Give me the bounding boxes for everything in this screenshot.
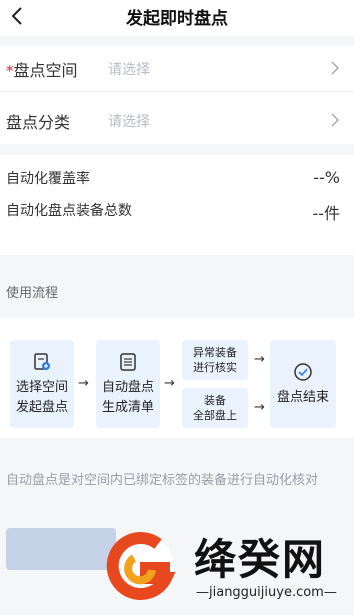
flow-step-all-done: 装备 全部盘上 [182, 388, 248, 428]
watermark-brand: 绛癸网 [194, 535, 327, 584]
page-title: 发起即时盘点 [126, 9, 228, 29]
category-placeholder: 请选择 [108, 114, 150, 130]
chevron-right-icon [331, 113, 340, 127]
arrow-icon: → [254, 352, 265, 367]
stats-panel: 自动化覆盖率 --% 自动化盘点装备总数 --件 [0, 155, 354, 255]
chevron-right-icon [331, 61, 340, 75]
space-label-text: 盘点空间 [13, 61, 78, 80]
arrow-icon: → [164, 376, 175, 391]
flow-step-4-line-1: 装备 [204, 394, 226, 407]
flow-step-3-line-1: 异常装备 [193, 346, 237, 359]
doc-add-icon [34, 353, 50, 370]
category-select-row[interactable]: 盘点分类 请选择 [0, 98, 354, 144]
arrow-icon: → [78, 376, 89, 391]
flow-step-2-line-2: 生成清单 [101, 400, 154, 415]
checklist-icon [120, 353, 136, 371]
watermark-url: —jiangguijiuye.com— [196, 585, 337, 600]
space-select-row[interactable]: *盘点空间 请选择 [0, 46, 354, 92]
check-circle-icon [294, 363, 312, 381]
category-label: 盘点分类 [6, 113, 71, 132]
coverage-value: --% [313, 168, 340, 187]
inventory-form: *盘点空间 请选择 盘点分类 请选择 [0, 46, 354, 144]
flow-step-5-label: 盘点结束 [276, 390, 329, 405]
flow-step-3-line-2: 进行核实 [193, 361, 237, 374]
usage-flow: 选择空间 发起盘点 → 自动盘点 生成清单 → 异常装备 进行核实 装备 全部盘… [0, 318, 354, 438]
flow-step-1-line-2: 发起盘点 [15, 400, 68, 415]
required-mark: * [6, 62, 14, 80]
usage-section-header: 使用流程 [0, 266, 354, 312]
header-bar: 发起即时盘点 [0, 0, 354, 36]
flow-step-select: 选择空间 发起盘点 [10, 340, 74, 428]
flow-step-end: 盘点结束 [270, 340, 336, 428]
flow-step-1-line-1: 选择空间 [15, 380, 68, 395]
total-value: --件 [312, 204, 340, 223]
flow-step-exception: 异常装备 进行核实 [182, 340, 248, 380]
auto-inventory-note: 自动盘点是对空间内已绑定标签的装备进行自动化核对 [6, 473, 319, 488]
space-placeholder: 请选择 [108, 62, 150, 78]
flow-step-4-line-2: 全部盘上 [193, 409, 237, 422]
total-label: 自动化盘点装备总数 [6, 203, 132, 219]
flow-step-auto: 自动盘点 生成清单 [96, 340, 160, 428]
usage-title: 使用流程 [6, 286, 59, 301]
coverage-label: 自动化覆盖率 [6, 171, 90, 187]
arrow-icon: → [254, 400, 265, 415]
space-label: *盘点空间 [6, 57, 78, 81]
flow-step-2-line-1: 自动盘点 [101, 380, 154, 395]
